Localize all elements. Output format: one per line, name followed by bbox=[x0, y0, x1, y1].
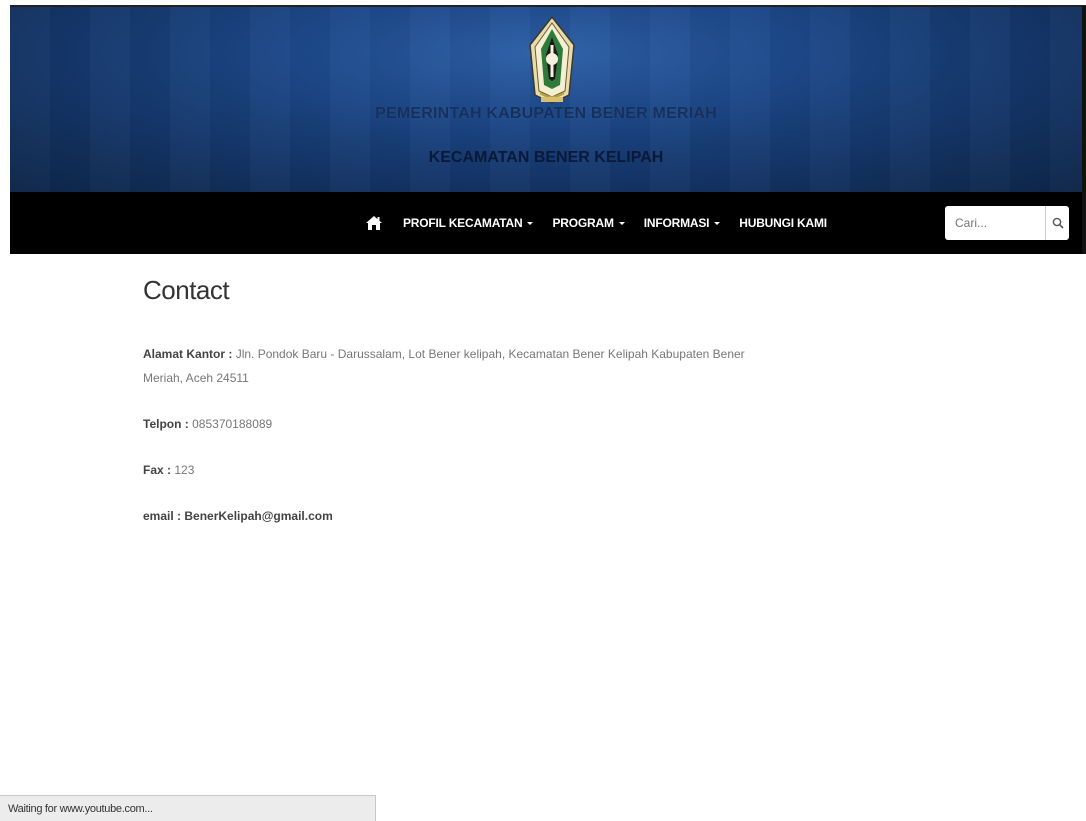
page-title: Contact bbox=[143, 275, 230, 305]
nav-item-label: PROFIL KECAMATAN bbox=[403, 216, 523, 230]
phone-line: Telpon : 085370188089 bbox=[143, 412, 763, 436]
address-label: Alamat Kantor : bbox=[143, 347, 233, 361]
header-title-regency: PEMERINTAH KABUPATEN BENER MERIAH bbox=[375, 105, 717, 122]
fax-value: 123 bbox=[174, 463, 195, 477]
address-line: Alamat Kantor : Jln. Pondok Baru - Darus… bbox=[143, 342, 763, 390]
nav-item-informasi[interactable]: INFORMASI bbox=[644, 216, 721, 230]
phone-value: 085370188089 bbox=[192, 417, 273, 431]
search-icon bbox=[1052, 217, 1064, 229]
email-line: email : BenerKelipah@gmail.com bbox=[143, 504, 763, 528]
home-icon[interactable] bbox=[365, 213, 387, 233]
search-button[interactable] bbox=[1045, 206, 1069, 240]
window-top-edge bbox=[0, 0, 1086, 7]
fax-line: Fax : 123 bbox=[143, 458, 763, 482]
header-banner: PEMERINTAH KABUPATEN BENER MERIAH KECAMA… bbox=[10, 7, 1082, 192]
caret-down-icon bbox=[714, 221, 721, 225]
nav-item-label: PROGRAM bbox=[552, 216, 614, 230]
address-value: Jln. Pondok Baru - Darussalam, Lot Bener… bbox=[143, 347, 745, 385]
search-input[interactable] bbox=[945, 206, 1045, 240]
fax-label: Fax : bbox=[143, 463, 172, 477]
browser-status-bar: Waiting for www.youtube.com... bbox=[0, 795, 376, 821]
caret-down-icon bbox=[618, 221, 625, 225]
regency-emblem-logo[interactable] bbox=[527, 15, 577, 107]
main-navbar: PROFIL KECAMATAN PROGRAM INFORMASI HUBUN… bbox=[10, 192, 1082, 254]
nav-item-profil-kecamatan[interactable]: PROFIL KECAMATAN bbox=[403, 216, 534, 230]
nav-item-program[interactable]: PROGRAM bbox=[552, 216, 625, 230]
email-label: email : bbox=[143, 509, 182, 523]
email-value[interactable]: BenerKelipah@gmail.com bbox=[184, 509, 332, 523]
nav-menu: PROFIL KECAMATAN PROGRAM INFORMASI HUBUN… bbox=[365, 192, 846, 254]
nav-item-label: INFORMASI bbox=[643, 216, 710, 230]
nav-item-label: HUBUNGI KAMI bbox=[739, 216, 827, 230]
nav-item-hubungi-kami[interactable]: HUBUNGI KAMI bbox=[739, 216, 827, 230]
caret-down-icon bbox=[527, 221, 534, 225]
window-right-edge bbox=[1082, 6, 1086, 254]
header-title-district: KECAMATAN BENER KELIPAH bbox=[428, 149, 664, 166]
search-box bbox=[945, 206, 1069, 240]
phone-label: Telpon : bbox=[143, 417, 189, 431]
contact-content: Contact Alamat Kantor : Jln. Pondok Baru… bbox=[143, 275, 763, 550]
